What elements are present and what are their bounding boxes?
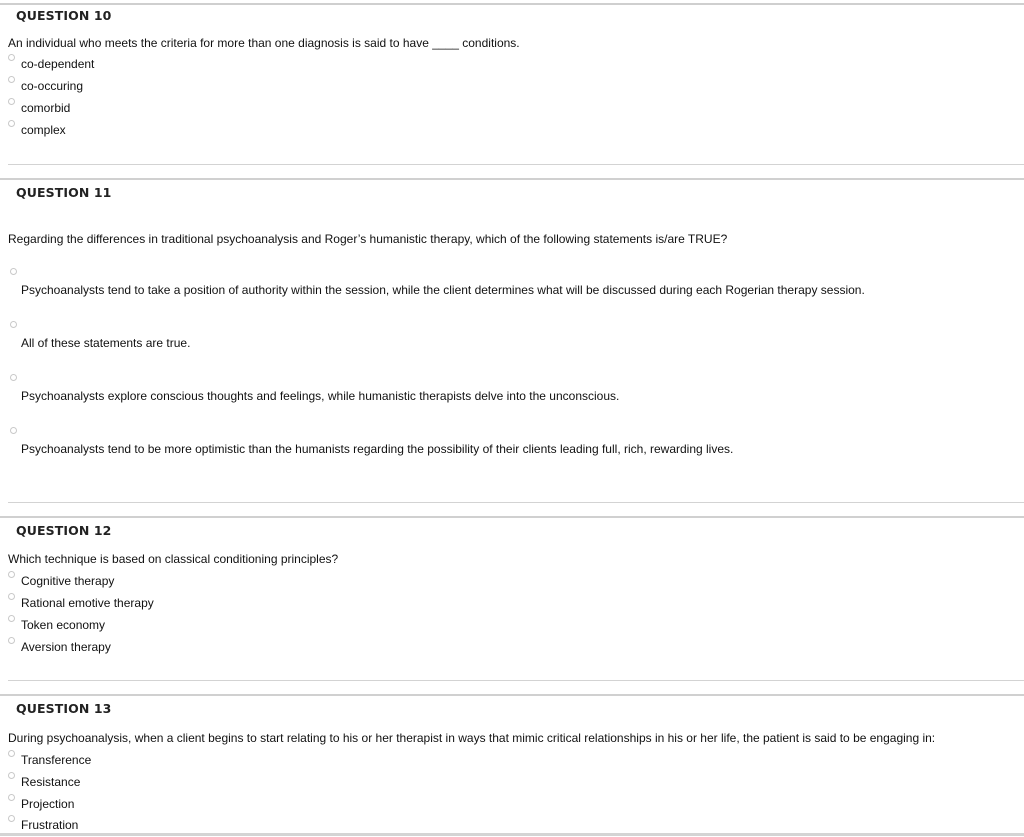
radio-button[interactable] (10, 321, 17, 328)
question-text: Which technique is based on classical co… (8, 552, 339, 566)
radio-button[interactable] (8, 794, 15, 801)
option-comorbid[interactable]: comorbid (8, 98, 70, 115)
question-divider (8, 502, 1024, 503)
question-title: QUESTION 11 (16, 185, 112, 200)
option-transference[interactable]: Transference (8, 750, 91, 767)
option-co-dependent[interactable]: co-dependent (8, 54, 94, 71)
option-token-economy[interactable]: Token economy (8, 615, 105, 632)
option-label[interactable]: Resistance (21, 775, 80, 789)
option-label[interactable]: Psychoanalysts tend to take a position o… (21, 283, 865, 297)
section-divider (0, 694, 1024, 696)
option-frustration[interactable]: Frustration (8, 815, 78, 832)
radio-button[interactable] (10, 374, 17, 381)
radio-button[interactable] (8, 615, 15, 622)
option-label[interactable]: comorbid (21, 101, 70, 115)
option-label[interactable]: Token economy (21, 618, 105, 632)
section-divider (0, 516, 1024, 518)
option-label[interactable]: Psychoanalysts explore conscious thought… (21, 389, 619, 403)
section-divider (0, 178, 1024, 180)
radio-button[interactable] (8, 593, 15, 600)
question-divider (8, 680, 1024, 681)
option-optimistic[interactable]: Psychoanalysts tend to be more optimisti… (8, 427, 1008, 463)
option-label[interactable]: co-dependent (21, 57, 94, 71)
radio-button[interactable] (8, 750, 15, 757)
radio-button[interactable] (10, 268, 17, 275)
option-label[interactable]: Cognitive therapy (21, 574, 114, 588)
option-label[interactable]: co-occuring (21, 79, 83, 93)
top-divider (0, 3, 1024, 5)
question-title: QUESTION 13 (16, 701, 112, 716)
question-text: During psychoanalysis, when a client beg… (8, 731, 936, 745)
radio-button[interactable] (8, 637, 15, 644)
question-title: QUESTION 10 (16, 8, 112, 23)
option-cognitive-therapy[interactable]: Cognitive therapy (8, 571, 114, 588)
option-label[interactable]: Rational emotive therapy (21, 596, 154, 610)
question-divider (8, 164, 1024, 165)
option-rational-emotive-therapy[interactable]: Rational emotive therapy (8, 593, 154, 610)
option-complex[interactable]: complex (8, 120, 66, 137)
option-co-occuring[interactable]: co-occuring (8, 76, 83, 93)
option-aversion-therapy[interactable]: Aversion therapy (8, 637, 111, 654)
bottom-divider (0, 833, 1024, 836)
radio-button[interactable] (8, 815, 15, 822)
radio-button[interactable] (8, 571, 15, 578)
radio-button[interactable] (8, 120, 15, 127)
option-authority[interactable]: Psychoanalysts tend to take a position o… (8, 268, 1008, 304)
radio-button[interactable] (8, 54, 15, 61)
question-text: Regarding the differences in traditional… (8, 232, 728, 246)
option-label[interactable]: Frustration (21, 818, 78, 832)
radio-button[interactable] (8, 76, 15, 83)
option-label[interactable]: Psychoanalysts tend to be more optimisti… (21, 442, 733, 456)
radio-button[interactable] (8, 772, 15, 779)
option-label[interactable]: Aversion therapy (21, 640, 111, 654)
option-projection[interactable]: Projection (8, 794, 74, 811)
option-label[interactable]: Projection (21, 797, 74, 811)
question-text: An individual who meets the criteria for… (8, 36, 520, 50)
question-title: QUESTION 12 (16, 523, 112, 538)
option-conscious[interactable]: Psychoanalysts explore conscious thought… (8, 374, 1008, 410)
radio-button[interactable] (10, 427, 17, 434)
option-all-true[interactable]: All of these statements are true. (8, 321, 1008, 357)
radio-button[interactable] (8, 98, 15, 105)
option-label[interactable]: All of these statements are true. (21, 336, 190, 350)
option-resistance[interactable]: Resistance (8, 772, 80, 789)
option-label[interactable]: Transference (21, 753, 91, 767)
option-label[interactable]: complex (21, 123, 66, 137)
